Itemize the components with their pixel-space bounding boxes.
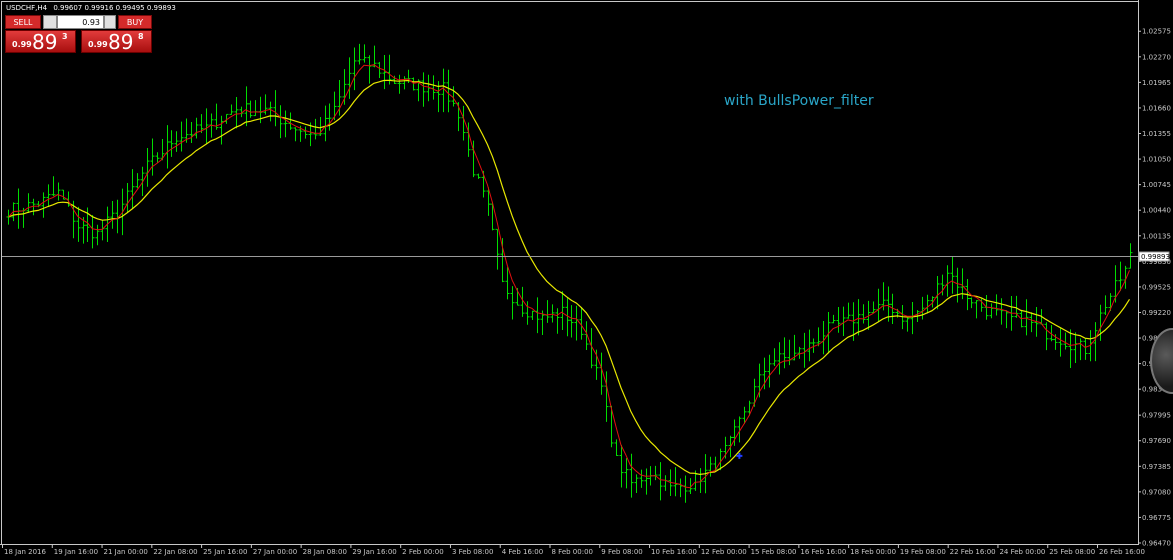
price-chart[interactable]: 1.02575 1.02270 1.01965 1.01660 1.01355 1.010… <box>0 0 1173 560</box>
lot-dropdown-button[interactable] <box>43 15 57 29</box>
y-tick-label: 1.00135 <box>1142 232 1171 240</box>
x-tick-label: 16 Feb 16:00 <box>800 548 846 556</box>
sell-price-fraction: 3 <box>62 32 68 41</box>
x-tick-label: 29 Jan 16:00 <box>352 548 396 556</box>
y-tick-label: 0.99525 <box>1142 283 1171 291</box>
lot-size-input[interactable] <box>57 15 104 29</box>
x-tick-label: 10 Feb 16:00 <box>651 548 697 556</box>
x-tick-label: 22 Jan 08:00 <box>153 548 197 556</box>
y-tick-label: 1.01660 <box>1142 104 1171 112</box>
sell-price-box[interactable]: 0.99 89 3 <box>5 30 76 54</box>
y-axis-ticks: 1.02575 1.02270 1.01965 1.01660 1.01355 1.010… <box>1138 28 1171 548</box>
y-tick-label: 0.97995 <box>1142 412 1171 420</box>
y-tick-label: 1.00745 <box>1142 181 1171 189</box>
x-tick-label: 26 Feb 16:00 <box>1099 548 1145 556</box>
lot-spinner-button[interactable] <box>104 15 116 29</box>
indicator-annotation: with BullsPower_filter <box>724 93 874 109</box>
x-tick-label: 22 Feb 16:00 <box>950 548 996 556</box>
buy-button[interactable]: BUY <box>118 15 152 29</box>
chart-background <box>0 0 1173 560</box>
ohlc-label: 0.99607 0.99916 0.99495 0.99893 <box>53 4 175 12</box>
buy-price-fraction: 8 <box>138 32 144 41</box>
sell-price-prefix: 0.99 <box>12 40 32 49</box>
y-tick-label: 0.97080 <box>1142 488 1171 496</box>
symbol-title: USDCHF,H4 0.99607 0.99916 0.99495 0.9989… <box>6 4 176 12</box>
x-tick-label: 25 Feb 08:00 <box>1049 548 1095 556</box>
x-tick-label: 25 Jan 16:00 <box>203 548 247 556</box>
x-tick-label: 19 Jan 16:00 <box>54 548 98 556</box>
buy-price-box[interactable]: 0.99 89 8 <box>81 30 152 54</box>
x-tick-label: 28 Jan 08:00 <box>303 548 347 556</box>
x-tick-label: 27 Jan 00:00 <box>253 548 297 556</box>
buy-price-pips: 89 <box>108 30 134 54</box>
x-tick-label: 3 Feb 08:00 <box>452 548 493 556</box>
buy-price-prefix: 0.99 <box>88 40 108 49</box>
sell-price-pips: 89 <box>32 30 58 54</box>
y-tick-label: 0.96470 <box>1142 540 1171 548</box>
y-tick-label: 1.01050 <box>1142 156 1171 164</box>
y-tick-label: 0.99220 <box>1142 309 1171 317</box>
symbol-label: USDCHF,H4 <box>6 4 48 12</box>
x-tick-label: 24 Feb 00:00 <box>999 548 1045 556</box>
x-tick-label: 8 Feb 00:00 <box>552 548 593 556</box>
y-tick-label: 1.02575 <box>1142 28 1171 36</box>
x-tick-label: 19 Feb 08:00 <box>900 548 946 556</box>
x-tick-label: 18 Jan 2016 <box>4 548 47 556</box>
y-tick-label: 0.96775 <box>1142 514 1171 522</box>
y-tick-label: 1.01965 <box>1142 79 1171 87</box>
one-click-trading-panel: SELL BUY 0.99 89 3 0.99 89 8 <box>5 15 152 54</box>
x-tick-label: 9 Feb 08:00 <box>601 548 642 556</box>
x-tick-label: 12 Feb 00:00 <box>701 548 747 556</box>
x-tick-label: 4 Feb 16:00 <box>502 548 543 556</box>
x-tick-label: 18 Feb 00:00 <box>850 548 896 556</box>
current-price-tag: 0.99893 <box>1138 251 1170 262</box>
x-tick-label: 15 Feb 08:00 <box>751 548 797 556</box>
top-border <box>1 1 1139 2</box>
y-tick-label: 0.97385 <box>1142 463 1171 471</box>
x-tick-label: 21 Jan 00:00 <box>104 548 148 556</box>
y-tick-label: 1.02270 <box>1142 53 1171 61</box>
left-border <box>1 1 2 544</box>
x-tick-label: 2 Feb 00:00 <box>402 548 443 556</box>
y-tick-label: 0.97690 <box>1142 437 1171 445</box>
current-price-label: 0.99893 <box>1141 253 1170 261</box>
y-tick-label: 1.00440 <box>1142 207 1171 215</box>
y-tick-label: 1.01355 <box>1142 130 1171 138</box>
sell-button[interactable]: SELL <box>5 15 41 29</box>
